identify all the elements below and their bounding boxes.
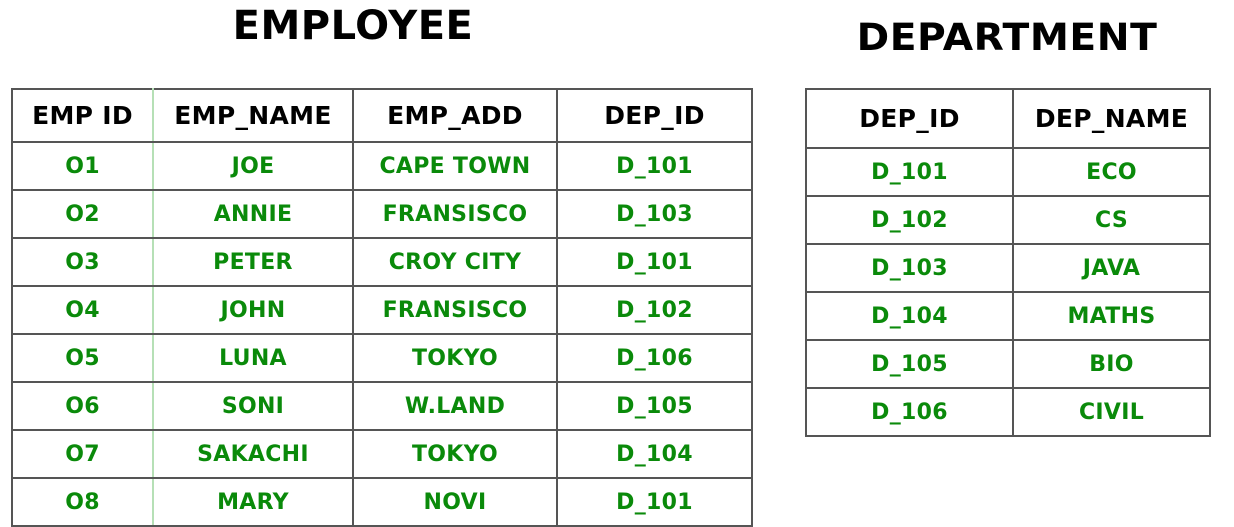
table-row: O3 PETER CROY CITY D_101 bbox=[11, 237, 753, 287]
employee-cell-dep-id: D_105 bbox=[556, 381, 753, 431]
table-row: O7 SAKACHI TOKYO D_104 bbox=[11, 429, 753, 479]
table-row: D_106 CIVIL bbox=[805, 387, 1211, 437]
table-row: O6 SONI W.LAND D_105 bbox=[11, 381, 753, 431]
employee-cell-dep-id: D_101 bbox=[556, 141, 753, 191]
department-cell-dep-id: D_104 bbox=[805, 291, 1014, 341]
employee-cell-emp-id: O2 bbox=[11, 189, 154, 239]
table-row: O8 MARY NOVI D_101 bbox=[11, 477, 753, 527]
department-cell-dep-id: D_106 bbox=[805, 387, 1014, 437]
employee-cell-emp-add: NOVI bbox=[352, 477, 558, 527]
department-cell-dep-name: CIVIL bbox=[1012, 387, 1211, 437]
table-row: D_101 ECO bbox=[805, 147, 1211, 197]
employee-cell-emp-id: O6 bbox=[11, 381, 154, 431]
employee-cell-emp-add: FRANSISCO bbox=[352, 189, 558, 239]
table-row: O5 LUNA TOKYO D_106 bbox=[11, 333, 753, 383]
employee-cell-emp-name: SAKACHI bbox=[152, 429, 354, 479]
employee-cell-emp-name: PETER bbox=[152, 237, 354, 287]
department-column-header-dep-id: DEP_ID bbox=[805, 88, 1014, 149]
employee-cell-emp-name: ANNIE bbox=[152, 189, 354, 239]
employee-table-title: EMPLOYEE bbox=[232, 3, 474, 49]
employee-cell-emp-add: CAPE TOWN bbox=[352, 141, 558, 191]
department-table: DEP_ID DEP_NAME D_101 ECO D_102 CS D_103 JAVA… bbox=[805, 88, 1211, 437]
employee-header-row: EMP ID EMP_NAME EMP_ADD DEP_ID bbox=[11, 88, 753, 143]
employee-cell-dep-id: D_102 bbox=[556, 285, 753, 335]
department-cell-dep-id: D_101 bbox=[805, 147, 1014, 197]
table-row: O1 JOE CAPE TOWN D_101 bbox=[11, 141, 753, 191]
department-cell-dep-id: D_103 bbox=[805, 243, 1014, 293]
employee-cell-emp-name: SONI bbox=[152, 381, 354, 431]
employee-cell-dep-id: D_101 bbox=[556, 477, 753, 527]
employee-cell-emp-id: O3 bbox=[11, 237, 154, 287]
tables-diagram: EMPLOYEE EMP ID EMP_NAME EMP_ADD DEP_ID … bbox=[0, 0, 1234, 527]
table-row: D_103 JAVA bbox=[805, 243, 1211, 293]
employee-cell-emp-add: TOKYO bbox=[352, 333, 558, 383]
employee-cell-emp-name: MARY bbox=[152, 477, 354, 527]
employee-cell-emp-id: O7 bbox=[11, 429, 154, 479]
department-cell-dep-name: BIO bbox=[1012, 339, 1211, 389]
employee-column-header-emp-id: EMP ID bbox=[11, 88, 154, 143]
table-row: O4 JOHN FRANSISCO D_102 bbox=[11, 285, 753, 335]
department-cell-dep-id: D_102 bbox=[805, 195, 1014, 245]
employee-table: EMP ID EMP_NAME EMP_ADD DEP_ID O1 JOE CAPE… bbox=[11, 88, 753, 527]
department-cell-dep-name: ECO bbox=[1012, 147, 1211, 197]
employee-cell-emp-id: O8 bbox=[11, 477, 154, 527]
employee-cell-emp-id: O4 bbox=[11, 285, 154, 335]
employee-column-header-emp-add: EMP_ADD bbox=[352, 88, 558, 143]
employee-cell-dep-id: D_103 bbox=[556, 189, 753, 239]
table-row: D_105 BIO bbox=[805, 339, 1211, 389]
employee-column-header-dep-id: DEP_ID bbox=[556, 88, 753, 143]
department-cell-dep-id: D_105 bbox=[805, 339, 1014, 389]
department-cell-dep-name: JAVA bbox=[1012, 243, 1211, 293]
department-cell-dep-name: CS bbox=[1012, 195, 1211, 245]
employee-cell-emp-add: W.LAND bbox=[352, 381, 558, 431]
table-row: O2 ANNIE FRANSISCO D_103 bbox=[11, 189, 753, 239]
employee-cell-emp-name: JOHN bbox=[152, 285, 354, 335]
employee-cell-emp-add: TOKYO bbox=[352, 429, 558, 479]
department-header-row: DEP_ID DEP_NAME bbox=[805, 88, 1211, 149]
table-row: D_102 CS bbox=[805, 195, 1211, 245]
department-column-header-dep-name: DEP_NAME bbox=[1012, 88, 1211, 149]
department-cell-dep-name: MATHS bbox=[1012, 291, 1211, 341]
employee-cell-dep-id: D_104 bbox=[556, 429, 753, 479]
table-row: D_104 MATHS bbox=[805, 291, 1211, 341]
employee-cell-dep-id: D_106 bbox=[556, 333, 753, 383]
employee-cell-emp-name: JOE bbox=[152, 141, 354, 191]
employee-cell-emp-add: CROY CITY bbox=[352, 237, 558, 287]
employee-cell-emp-id: O1 bbox=[11, 141, 154, 191]
employee-cell-emp-id: O5 bbox=[11, 333, 154, 383]
employee-cell-dep-id: D_101 bbox=[556, 237, 753, 287]
employee-cell-emp-add: FRANSISCO bbox=[352, 285, 558, 335]
employee-column-header-emp-name: EMP_NAME bbox=[152, 88, 354, 143]
employee-cell-emp-name: LUNA bbox=[152, 333, 354, 383]
department-table-title: DEPARTMENT bbox=[856, 16, 1158, 59]
